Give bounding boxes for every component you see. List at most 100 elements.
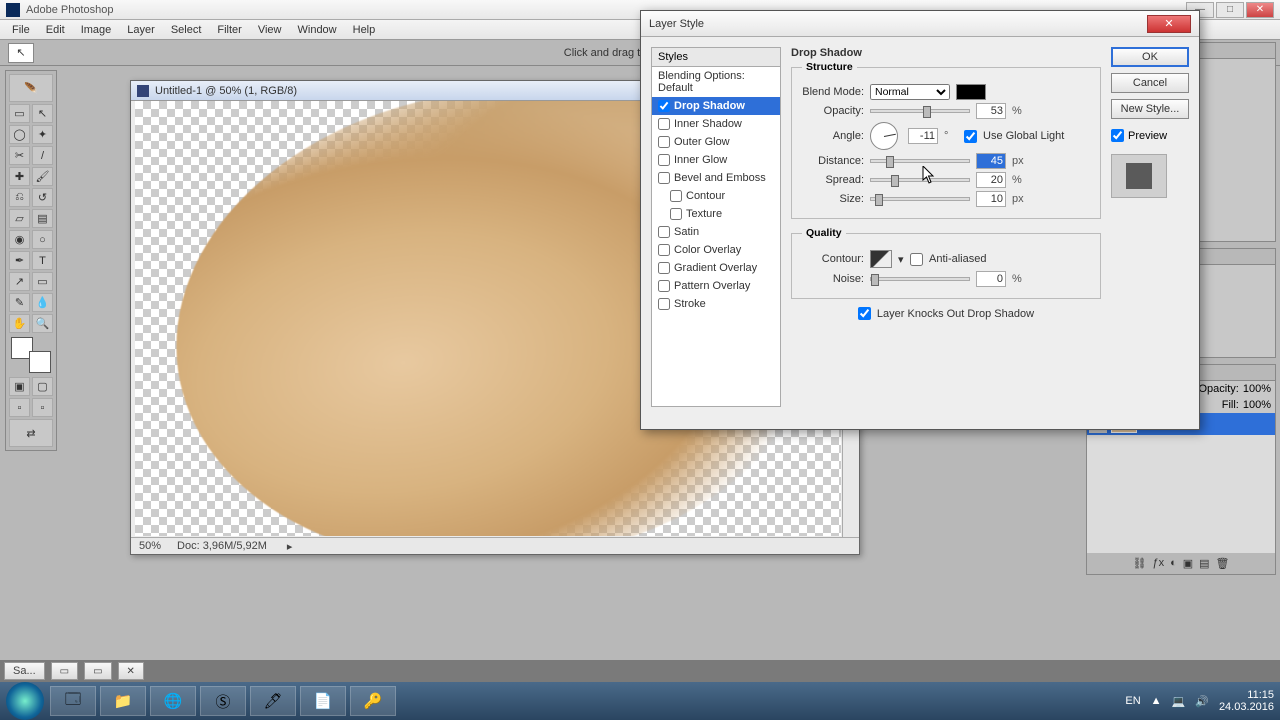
- styles-header[interactable]: Styles: [651, 47, 781, 67]
- opacity-slider[interactable]: [870, 109, 970, 113]
- knockout-checkbox[interactable]: [858, 307, 871, 320]
- style-item[interactable]: Satin: [652, 223, 780, 241]
- style-item[interactable]: Outer Glow: [652, 133, 780, 151]
- style-item-checkbox[interactable]: [658, 154, 670, 166]
- menu-file[interactable]: File: [4, 24, 38, 36]
- menu-image[interactable]: Image: [73, 24, 120, 36]
- eyedropper-tool[interactable]: 💧: [32, 293, 53, 312]
- new-layer-icon[interactable]: ▤: [1199, 557, 1209, 570]
- lasso-tool[interactable]: ◯: [9, 125, 30, 144]
- hand-tool[interactable]: ✋: [9, 314, 30, 333]
- brush-tool[interactable]: 🖌: [32, 167, 53, 186]
- tray-network-icon[interactable]: 💻: [1172, 695, 1186, 708]
- new-group-icon[interactable]: ▣: [1183, 557, 1193, 570]
- style-item[interactable]: Color Overlay: [652, 241, 780, 259]
- link-layers-icon[interactable]: ⛓: [1132, 557, 1146, 570]
- size-slider[interactable]: [870, 197, 970, 201]
- size-input[interactable]: 10: [976, 191, 1006, 207]
- opacity-input[interactable]: 53: [976, 103, 1006, 119]
- menu-view[interactable]: View: [250, 24, 290, 36]
- angle-dial[interactable]: [870, 122, 898, 150]
- blendmode-select[interactable]: Normal: [870, 84, 950, 100]
- style-item-checkbox[interactable]: [658, 100, 670, 112]
- tool-preset-icon[interactable]: ↖: [8, 43, 34, 63]
- style-item-checkbox[interactable]: [670, 190, 682, 202]
- clock[interactable]: 11:15 24.03.2016: [1219, 689, 1274, 713]
- window-tab[interactable]: Sa...: [4, 662, 45, 680]
- shadow-color-swatch[interactable]: [956, 84, 986, 100]
- lang-indicator[interactable]: EN: [1125, 695, 1140, 707]
- style-item[interactable]: Inner Shadow: [652, 115, 780, 133]
- style-item[interactable]: Pattern Overlay: [652, 277, 780, 295]
- window-tab-btn3[interactable]: ✕: [118, 662, 144, 680]
- close-button[interactable]: ✕: [1246, 2, 1274, 18]
- gradient-tool[interactable]: ▤: [32, 209, 53, 228]
- menu-select[interactable]: Select: [163, 24, 210, 36]
- zoom-tool[interactable]: 🔍: [32, 314, 53, 333]
- style-item-checkbox[interactable]: [658, 136, 670, 148]
- window-tab-btn1[interactable]: ▭: [51, 662, 78, 680]
- pen-tool[interactable]: ✒: [9, 251, 30, 270]
- window-tab-btn2[interactable]: ▭: [84, 662, 111, 680]
- menu-filter[interactable]: Filter: [209, 24, 249, 36]
- dialog-close-button[interactable]: ✕: [1147, 15, 1191, 33]
- color-swatches[interactable]: [11, 337, 51, 373]
- eraser-tool[interactable]: ▱: [9, 209, 30, 228]
- slice-tool[interactable]: /: [32, 146, 53, 165]
- wand-tool[interactable]: ✦: [32, 125, 53, 144]
- angle-input[interactable]: -11: [908, 128, 938, 144]
- dodge-tool[interactable]: ○: [32, 230, 53, 249]
- screenmode-2[interactable]: ▫: [32, 398, 53, 417]
- style-item-checkbox[interactable]: [658, 118, 670, 130]
- quickmask-toggle[interactable]: ▣: [9, 377, 30, 396]
- distance-input[interactable]: 45: [976, 153, 1006, 169]
- style-item-checkbox[interactable]: [658, 280, 670, 292]
- marquee-tool[interactable]: ▭: [9, 104, 30, 123]
- global-light-checkbox[interactable]: [964, 130, 977, 143]
- dialog-titlebar[interactable]: Layer Style ✕: [641, 11, 1199, 37]
- noise-input[interactable]: 0: [976, 271, 1006, 287]
- style-item-checkbox[interactable]: [658, 226, 670, 238]
- menu-edit[interactable]: Edit: [38, 24, 73, 36]
- cancel-button[interactable]: Cancel: [1111, 73, 1189, 93]
- tray-flag-icon[interactable]: ▲: [1151, 695, 1162, 707]
- shape-tool[interactable]: ▭: [32, 272, 53, 291]
- style-item[interactable]: Texture: [652, 205, 780, 223]
- style-item[interactable]: Gradient Overlay: [652, 259, 780, 277]
- taskbar-item-skype[interactable]: Ⓢ: [200, 686, 246, 716]
- menu-help[interactable]: Help: [345, 24, 384, 36]
- style-item-checkbox[interactable]: [658, 262, 670, 274]
- spread-input[interactable]: 20: [976, 172, 1006, 188]
- taskbar-item-explorer[interactable]: 📁: [100, 686, 146, 716]
- blur-tool[interactable]: ◉: [9, 230, 30, 249]
- layers-fill-value[interactable]: 100%: [1243, 399, 1271, 411]
- style-item[interactable]: Contour: [652, 187, 780, 205]
- contour-dropdown-icon[interactable]: ▾: [898, 253, 904, 266]
- spread-slider[interactable]: [870, 178, 970, 182]
- style-item-checkbox[interactable]: [658, 298, 670, 310]
- maximize-button[interactable]: □: [1216, 2, 1244, 18]
- screenmode-1[interactable]: ▫: [9, 398, 30, 417]
- taskbar-item-chrome[interactable]: 🌐: [150, 686, 196, 716]
- distance-slider[interactable]: [870, 159, 970, 163]
- antialiased-checkbox[interactable]: [910, 253, 923, 266]
- noise-slider[interactable]: [870, 277, 970, 281]
- zoom-level[interactable]: 50%: [131, 540, 169, 552]
- taskbar-item-1[interactable]: 🗔: [50, 686, 96, 716]
- menu-window[interactable]: Window: [290, 24, 345, 36]
- jump-to-imageready[interactable]: ⇄: [9, 419, 53, 447]
- contour-swatch[interactable]: [870, 250, 892, 268]
- taskbar-item-6[interactable]: 📄: [300, 686, 346, 716]
- layer-mask-icon[interactable]: ◐: [1170, 557, 1177, 570]
- delete-layer-icon[interactable]: 🗑: [1216, 557, 1230, 570]
- menu-layer[interactable]: Layer: [119, 24, 163, 36]
- doc-info-menu-icon[interactable]: ▸: [279, 540, 301, 553]
- move-tool[interactable]: ↖: [32, 104, 53, 123]
- layer-style-icon[interactable]: ƒx: [1152, 557, 1164, 570]
- style-item[interactable]: Blending Options: Default: [652, 67, 780, 97]
- style-item[interactable]: Bevel and Emboss: [652, 169, 780, 187]
- taskbar-item-5[interactable]: 🖊: [250, 686, 296, 716]
- ok-button[interactable]: OK: [1111, 47, 1189, 67]
- layers-opacity-value[interactable]: 100%: [1243, 383, 1271, 395]
- style-item-checkbox[interactable]: [658, 172, 670, 184]
